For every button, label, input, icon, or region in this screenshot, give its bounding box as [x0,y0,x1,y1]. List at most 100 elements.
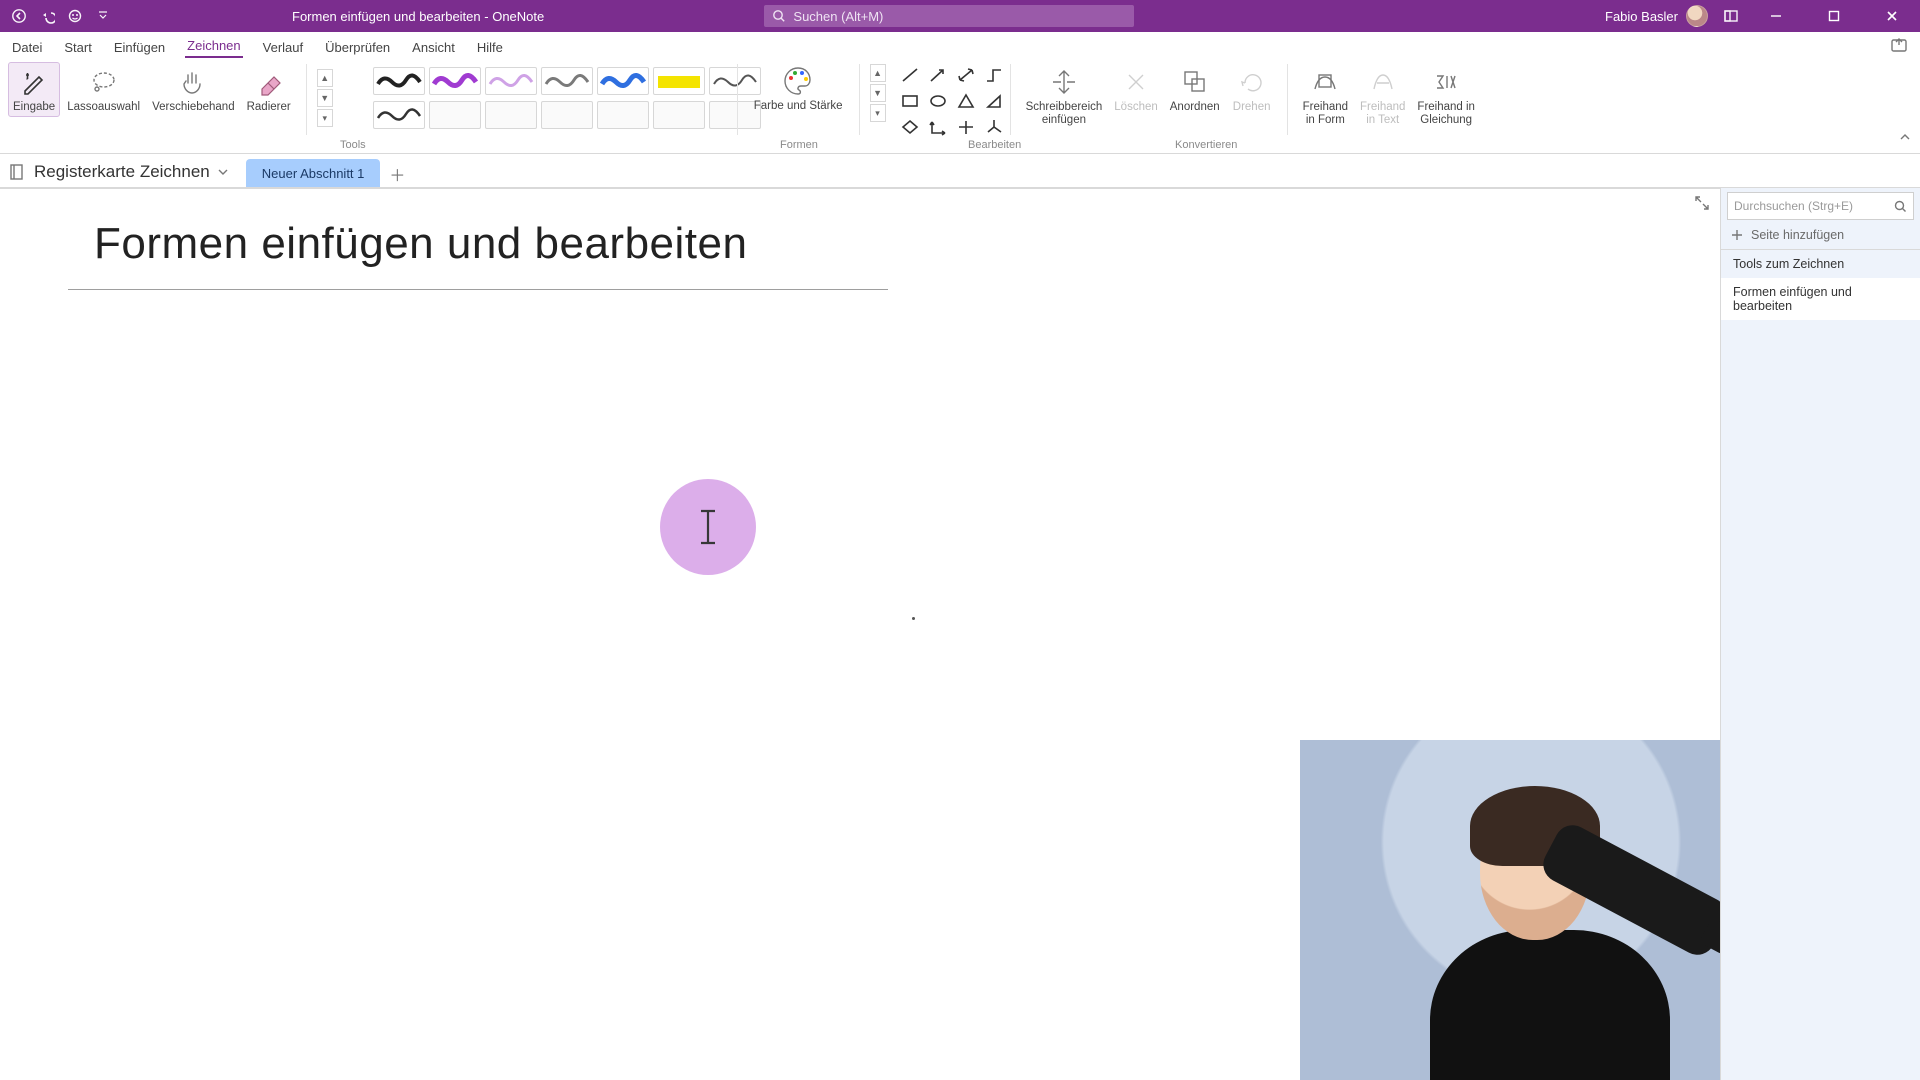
shape-elbow[interactable] [982,64,1006,86]
page-list-item-1[interactable]: Formen einfügen und bearbeiten [1721,278,1920,320]
plus-icon [1731,229,1743,241]
tool-lasso-label: Lassoauswahl [67,101,140,114]
color-thickness-button[interactable]: Farbe und Stärke [748,62,849,115]
avatar [1686,5,1708,27]
menu-datei[interactable]: Datei [10,36,44,58]
close-button[interactable] [1870,0,1914,32]
menu-start[interactable]: Start [62,36,93,58]
title-underline [68,289,888,290]
pen-empty-1[interactable] [429,101,481,129]
shape-diamond[interactable] [898,116,922,138]
ribbon-pen-gallery: ▲ ▼ ▾ [309,58,735,154]
pen-empty-4[interactable] [597,101,649,129]
shape-gallery-down[interactable]: ▼ [870,84,886,102]
ink-to-math-icon [1429,65,1463,99]
rotate-icon [1235,65,1269,99]
title-app: OneNote [492,9,544,24]
global-search-input[interactable] [793,9,1126,24]
pen-gallery-down[interactable]: ▼ [317,89,333,107]
btn-schreibbereich-label: Schreibbereich einfügen [1026,101,1103,127]
pen-3[interactable] [485,67,537,95]
ribbon: Eingabe Lassoauswahl Verschiebehand Radi… [0,58,1920,154]
btn-freihand-text-label: Freihand in Text [1360,101,1405,127]
back-icon[interactable] [10,7,28,25]
chevron-down-icon [218,167,228,177]
pen-4[interactable] [541,67,593,95]
pen-empty-3[interactable] [541,101,593,129]
search-icon [1894,200,1907,213]
menu-einfuegen[interactable]: Einfügen [112,36,167,58]
pen-6[interactable] [653,67,705,95]
cursor-highlight [660,479,756,575]
pen-empty-5[interactable] [653,101,705,129]
collapse-ribbon-icon[interactable] [1898,130,1912,149]
shape-triangle[interactable] [954,90,978,112]
pen-2[interactable] [429,67,481,95]
window-title: Formen einfügen und bearbeiten - OneNote [292,9,544,24]
touch-mode-icon[interactable] [66,7,84,25]
user-name: Fabio Basler [1605,9,1678,24]
notebook-picker[interactable]: Registerkarte Zeichnen [8,162,228,187]
page-list-item-0[interactable]: Tools zum Zeichnen [1721,250,1920,278]
menu-zeichnen[interactable]: Zeichnen [185,34,242,58]
btn-freihand-gleichung[interactable]: Freihand in Gleichung [1412,62,1480,130]
page-title[interactable]: Formen einfügen und bearbeiten [94,219,747,269]
pen-5[interactable] [597,67,649,95]
undo-icon[interactable] [38,7,56,25]
pen-1[interactable] [373,67,425,95]
pen-gallery-more[interactable]: ▾ [317,109,333,127]
fullscreen-icon[interactable] [1694,195,1710,216]
window-layout-icon[interactable] [1722,7,1740,25]
maximize-button[interactable] [1812,0,1856,32]
menu-ansicht[interactable]: Ansicht [410,36,457,58]
share-icon[interactable] [1890,36,1910,56]
btn-freihand-text: Freihand in Text [1355,62,1410,130]
add-section-tab[interactable]: ＋ [384,161,410,187]
pen-empty-2[interactable] [485,101,537,129]
page-canvas[interactable]: Formen einfügen und bearbeiten [0,188,1720,1080]
page-search-input[interactable] [1734,199,1894,213]
section-tabs: Neuer Abschnitt 1 ＋ [246,154,411,187]
btn-anordnen[interactable]: Anordnen [1165,62,1225,130]
color-thickness-label: Farbe und Stärke [754,100,843,113]
shape-ellipse[interactable] [926,90,950,112]
pen-gallery-up[interactable]: ▲ [317,69,333,87]
add-page-label: Seite hinzufügen [1751,228,1844,242]
add-page-button[interactable]: Seite hinzufügen [1721,220,1920,250]
menu-ueberpruefen[interactable]: Überprüfen [323,36,392,58]
shape-axes-2d[interactable] [954,116,978,138]
menu-verlauf[interactable]: Verlauf [261,36,305,58]
section-tab-1[interactable]: Neuer Abschnitt 1 [246,159,381,187]
webcam-overlay [1300,740,1720,1080]
lasso-icon [87,65,121,99]
menu-hilfe[interactable]: Hilfe [475,36,505,58]
btn-loeschen: Löschen [1109,62,1162,130]
title-sep: - [481,9,493,24]
tool-radierer[interactable]: Radierer [242,62,296,117]
qat-dropdown-icon[interactable] [94,7,112,25]
shape-line[interactable] [898,64,922,86]
shape-axes-3d[interactable] [982,116,1006,138]
shape-axes-xy[interactable] [926,116,950,138]
group-label-formen: Formen [780,139,818,151]
page-search[interactable] [1727,192,1914,220]
tool-eingabe[interactable]: Eingabe [8,62,60,117]
tool-verschiebehand-label: Verschiebehand [152,101,234,114]
global-search[interactable] [764,5,1134,27]
shape-arrow[interactable] [926,64,950,86]
tool-verschiebehand[interactable]: Verschiebehand [147,62,239,117]
btn-drehen: Drehen [1227,62,1277,130]
tool-lasso[interactable]: Lassoauswahl [62,62,145,117]
shape-right-triangle[interactable] [982,90,1006,112]
shape-gallery-more[interactable]: ▾ [870,104,886,122]
btn-schreibbereich[interactable]: Schreibbereich einfügen [1021,62,1108,130]
btn-freihand-form[interactable]: Freihand in Form [1298,62,1353,130]
notebook-icon [8,163,26,181]
shape-rect[interactable] [898,90,922,112]
account-button[interactable]: Fabio Basler [1605,5,1708,27]
shape-double-arrow[interactable] [954,64,978,86]
pen-8[interactable] [373,101,425,129]
notebook-name: Registerkarte Zeichnen [34,162,210,182]
minimize-button[interactable] [1754,0,1798,32]
shape-gallery-up[interactable]: ▲ [870,64,886,82]
